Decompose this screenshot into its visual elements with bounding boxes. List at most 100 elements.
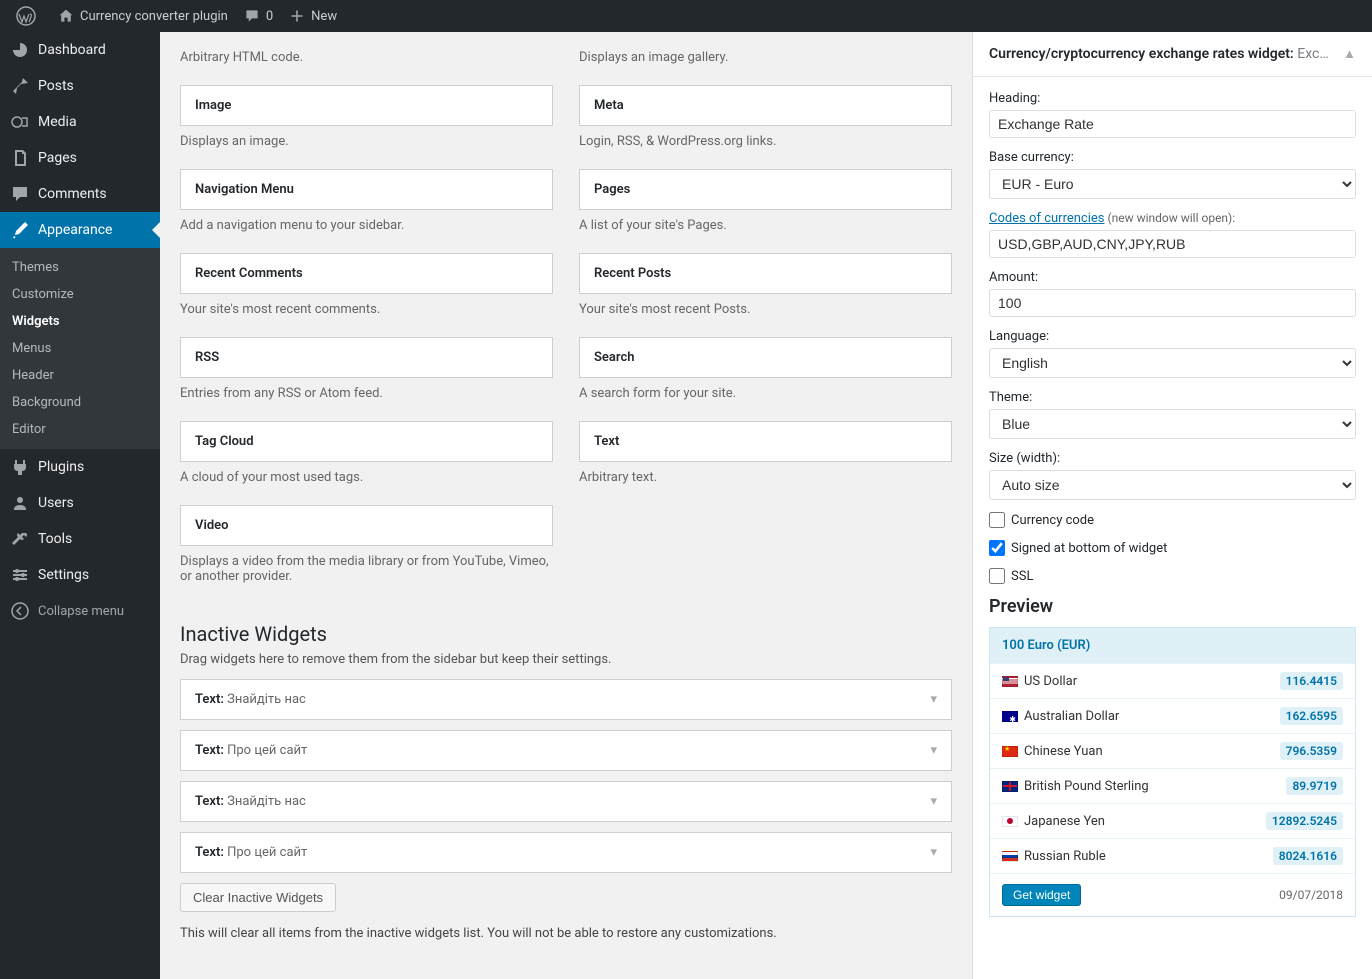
submenu-background[interactable]: Background [0,389,160,416]
submenu-themes[interactable]: Themes [0,254,160,281]
menu-media[interactable]: Media [0,104,160,140]
menu-dashboard[interactable]: Dashboard [0,32,160,68]
inactive-desc: Drag widgets here to remove them from th… [180,652,952,667]
exchange-rate-row: Russian Ruble 8024.1616 [990,838,1355,873]
submenu-menus[interactable]: Menus [0,335,160,362]
ssl-checkbox[interactable] [989,568,1005,584]
signed-label: Signed at bottom of widget [1011,541,1167,556]
currency-rate: 89.9719 [1286,777,1343,795]
flag-icon [1002,816,1018,827]
widget-settings-panel: Currency/cryptocurrency exchange rates w… [972,32,1372,979]
inactive-widget[interactable]: Text: Знайдіть нас▾ [180,781,952,822]
collapse-menu[interactable]: Collapse menu [0,593,160,629]
base-currency-select[interactable]: EUR - Euro [989,169,1356,199]
new-content-link[interactable]: New [281,0,345,32]
widget-type: Text: [195,743,227,758]
available-widget[interactable]: Image [180,85,553,126]
widget-description: A search form for your site. [579,378,952,401]
comments-icon [10,184,30,204]
codes-link[interactable]: Codes of currencies [989,211,1105,226]
widget-description: Login, RSS, & WordPress.org links. [579,126,952,149]
currency-rate: 8024.1616 [1273,847,1343,865]
currency-name: Australian Dollar [1024,709,1119,724]
chevron-down-icon: ▾ [930,692,937,707]
flag-icon [1002,711,1018,722]
comments-count: 0 [266,9,273,24]
plug-icon [10,457,30,477]
menu-pages[interactable]: Pages [0,140,160,176]
currency-code-checkbox[interactable] [989,512,1005,528]
base-currency-label: Base currency: [989,150,1356,165]
widget-type: Text: [195,794,227,809]
inactive-widget[interactable]: Text: Про цей сайт ▾ [180,730,952,771]
panel-header[interactable]: Currency/cryptocurrency exchange rates w… [973,32,1372,77]
dashboard-icon [10,40,30,60]
panel-title-prefix: Currency/cryptocurrency exchange rates w… [989,46,1297,62]
available-widget[interactable]: Recent Comments [180,253,553,294]
available-widget[interactable]: Recent Posts [579,253,952,294]
exchange-rate-row: Chinese Yuan796.5359 [990,733,1355,768]
menu-posts[interactable]: Posts [0,68,160,104]
codes-input[interactable] [989,230,1356,258]
widget-description: Displays an image. [180,126,553,149]
inactive-widget[interactable]: Text: Про цей сайт▾ [180,832,952,873]
chevron-up-icon: ▲ [1343,46,1356,62]
chevron-down-icon: ▾ [930,743,937,758]
available-widget[interactable]: Pages [579,169,952,210]
size-label: Size (width): [989,451,1356,466]
signed-checkbox[interactable] [989,540,1005,556]
currency-name: Russian Ruble [1024,849,1106,864]
heading-input[interactable] [989,110,1356,138]
submenu-customize[interactable]: Customize [0,281,160,308]
get-widget-button[interactable]: Get widget [1002,884,1081,906]
clear-inactive-button[interactable]: Clear Inactive Widgets [180,883,336,912]
widget-description: Your site's most recent Posts. [579,294,952,317]
menu-comments[interactable]: Comments [0,176,160,212]
comments-link[interactable]: 0 [236,0,281,32]
admin-sidebar: Dashboard Posts Media Pages Comments App… [0,32,160,979]
wp-logo[interactable] [8,0,50,32]
currency-name: Chinese Yuan [1024,744,1103,759]
site-name-link[interactable]: Currency converter plugin [50,0,236,32]
pin-icon [10,76,30,96]
brush-icon [10,220,30,240]
available-widget[interactable]: Text [579,421,952,462]
menu-settings[interactable]: Settings [0,557,160,593]
widget-title: Знайдіть нас [227,794,306,809]
inactive-widget[interactable]: Text: Знайдіть нас▾ [180,679,952,720]
menu-plugins[interactable]: Plugins [0,449,160,485]
clear-note: This will clear all items from the inact… [180,926,952,941]
available-widget[interactable]: Search [579,337,952,378]
widget-type: Text: [195,692,227,707]
theme-select[interactable]: Blue [989,409,1356,439]
currency-rate: 116.4415 [1280,672,1343,690]
menu-appearance[interactable]: Appearance [0,212,160,248]
wrench-icon [10,529,30,549]
widget-description: Your site's most recent comments. [180,294,553,317]
menu-users[interactable]: Users [0,485,160,521]
widget-title: Про цей сайт [227,743,307,758]
panel-title-suffix: Exc… [1297,46,1328,62]
language-select[interactable]: English [989,348,1356,378]
amount-input[interactable] [989,289,1356,317]
menu-tools[interactable]: Tools [0,521,160,557]
flag-icon [1002,746,1018,757]
currency-name: US Dollar [1024,674,1077,689]
widget-description: Displays a video from the media library … [180,546,553,584]
size-select[interactable]: Auto size [989,470,1356,500]
preview-heading: Preview [989,596,1356,617]
ssl-label: SSL [1011,569,1033,584]
flag-icon [1002,676,1018,687]
chevron-down-icon: ▾ [930,845,937,860]
available-widget[interactable]: Meta [579,85,952,126]
widget-description: Add a navigation menu to your sidebar. [180,210,553,233]
currency-code-label: Currency code [1011,513,1094,528]
submenu-widgets[interactable]: Widgets [0,308,160,335]
available-widget[interactable]: Navigation Menu [180,169,553,210]
available-widget[interactable]: Video [180,505,553,546]
available-widget[interactable]: Tag Cloud [180,421,553,462]
submenu-editor[interactable]: Editor [0,416,160,443]
widget-description: Displays an image gallery. [579,42,952,65]
submenu-header[interactable]: Header [0,362,160,389]
available-widget[interactable]: RSS [180,337,553,378]
